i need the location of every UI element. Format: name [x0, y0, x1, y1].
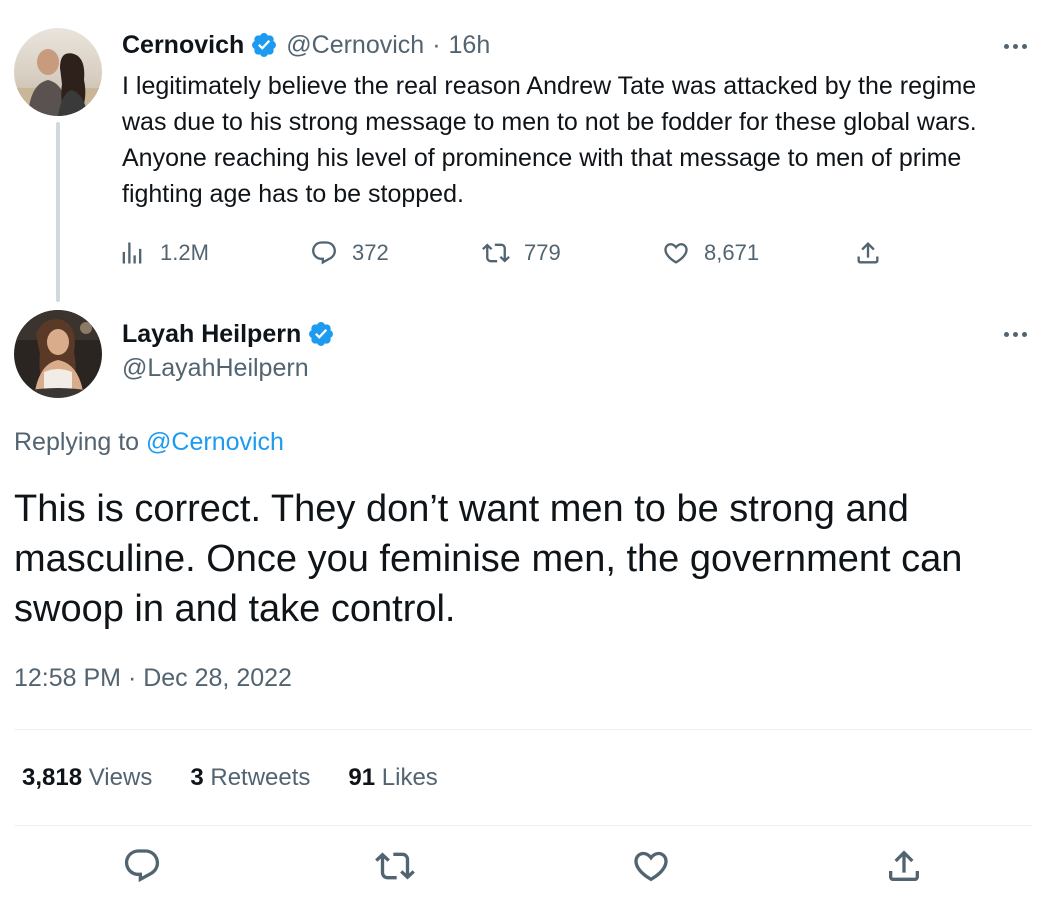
- share-icon[interactable]: [884, 846, 924, 886]
- parent-action-bar: 1.2M 372 779 8,671: [118, 231, 898, 275]
- replying-to-link[interactable]: @Cernovich: [146, 428, 284, 456]
- views-stat[interactable]: 3,818 Views: [22, 764, 152, 792]
- thread-connector-line: [56, 122, 60, 302]
- likes-label: Likes: [381, 764, 438, 791]
- parent-replies-count: 372: [352, 240, 389, 265]
- cernovich-avatar[interactable]: [14, 28, 102, 116]
- parent-author-name[interactable]: Cernovich: [122, 31, 244, 60]
- views-count: 3,818: [22, 764, 83, 791]
- retweet-icon[interactable]: [375, 846, 415, 886]
- like-icon: [664, 243, 688, 264]
- share-action[interactable]: [854, 231, 882, 275]
- focal-timestamp[interactable]: 12:58 PM · Dec 28, 2022: [14, 664, 292, 693]
- retweets-count: 3: [190, 764, 204, 791]
- engagement-stats: 3,818 Views 3 Retweets 91 Likes: [22, 758, 476, 798]
- reply-icon[interactable]: [122, 846, 162, 886]
- retweet-icon: [482, 243, 510, 263]
- share-icon: [857, 242, 879, 264]
- focal-handle[interactable]: @LayahHeilpern: [122, 354, 309, 383]
- replying-prefix: Replying to: [14, 428, 140, 456]
- retweets-stat[interactable]: 3 Retweets: [190, 764, 310, 792]
- like-action[interactable]: 8,671: [662, 231, 759, 275]
- parent-tweet-text: I legitimately believe the real reason A…: [122, 72, 977, 208]
- retweets-label: Retweets: [210, 764, 311, 791]
- parent-handle[interactable]: @Cernovich: [286, 31, 424, 60]
- focal-author-name[interactable]: Layah Heilpern: [122, 320, 301, 349]
- likes-count: 91: [348, 764, 376, 791]
- verified-icon: [250, 31, 278, 59]
- likes-stat[interactable]: 91 Likes: [348, 764, 437, 792]
- parent-likes-count: 8,671: [704, 240, 760, 265]
- views-label: Views: [88, 764, 153, 791]
- parent-time-ago[interactable]: 16h: [449, 31, 491, 60]
- reply-icon: [312, 241, 336, 265]
- parent-tweet-header: Cernovich @Cernovich · 16h: [122, 28, 490, 62]
- like-icon[interactable]: [631, 846, 671, 886]
- focal-tweet-text: This is correct. They don’t want men to …: [14, 488, 963, 630]
- divider-top: [14, 729, 1032, 730]
- focal-tweet-header: Layah Heilpern: [122, 316, 343, 352]
- views-icon: [122, 242, 142, 264]
- reply-action[interactable]: 372: [310, 231, 389, 275]
- replying-to-line: Replying to @Cernovich: [14, 428, 284, 457]
- parent-retweets-count: 779: [524, 240, 561, 265]
- header-separator: ·: [432, 30, 441, 59]
- retweet-action[interactable]: 779: [482, 231, 561, 275]
- parent-more-icon[interactable]: [998, 36, 1032, 56]
- verified-icon: [307, 320, 335, 348]
- divider-bottom: [14, 825, 1032, 826]
- views-action[interactable]: 1.2M: [118, 231, 209, 275]
- focal-more-icon[interactable]: [998, 324, 1032, 344]
- layah-avatar[interactable]: [14, 310, 102, 398]
- parent-views-count: 1.2M: [160, 240, 209, 265]
